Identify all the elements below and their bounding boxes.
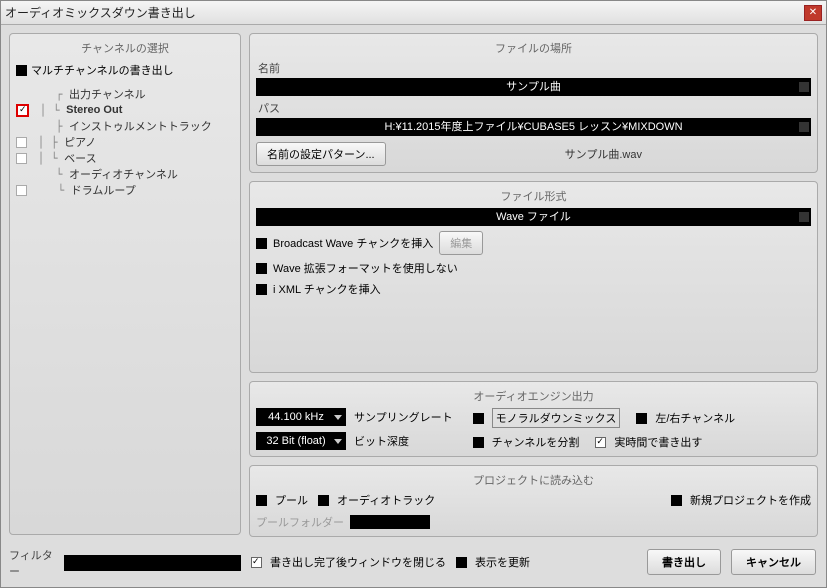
tree-audio-channel[interactable]: オーディオチャンネル bbox=[69, 166, 178, 182]
bottom-bar: 書き出し完了後ウィンドウを閉じる 表示を更新 書き出し キャンセル bbox=[249, 545, 818, 579]
close-button[interactable]: ✕ bbox=[804, 5, 822, 21]
import-project-title: プロジェクトに読み込む bbox=[256, 472, 811, 488]
broadcast-wave-label: Broadcast Wave チャンクを挿入 bbox=[273, 235, 433, 251]
lr-channel-label: 左/右チャンネル bbox=[655, 410, 735, 426]
file-format-title: ファイル形式 bbox=[256, 188, 811, 204]
update-display-label: 表示を更新 bbox=[475, 554, 530, 570]
wave-ext-label: Wave 拡張フォーマットを使用しない bbox=[273, 260, 458, 276]
path-value: H:¥11.2015年度上ファイル¥CUBASE5 レッスン¥MIXDOWN bbox=[384, 121, 682, 133]
bit-depth-dropdown[interactable]: 32 Bit (float) bbox=[256, 432, 346, 450]
name-value: サンプル曲 bbox=[506, 81, 561, 93]
titlebar: オーディオミックスダウン書き出し ✕ bbox=[1, 1, 826, 25]
new-project-label: 新規プロジェクトを作成 bbox=[690, 492, 811, 508]
name-label: 名前 bbox=[258, 60, 811, 76]
pool-label: プール bbox=[275, 492, 308, 508]
audio-track-label: オーディオトラック bbox=[337, 492, 435, 508]
multi-export-label: マルチチャンネルの書き出し bbox=[31, 62, 174, 78]
tree-stereo-out[interactable]: Stereo Out bbox=[66, 104, 122, 116]
mono-downmix-label: モノラルダウンミックス bbox=[492, 408, 621, 428]
path-dropdown-icon[interactable] bbox=[799, 122, 809, 132]
tree-output-channel[interactable]: 出力チャンネル bbox=[69, 86, 146, 102]
multi-export-checkbox[interactable] bbox=[16, 65, 27, 76]
sample-rate-dropdown[interactable]: 44.100 kHz bbox=[256, 408, 346, 426]
new-project-checkbox[interactable] bbox=[671, 495, 682, 506]
sample-rate-label: サンプリングレート bbox=[354, 409, 453, 425]
bass-checkbox[interactable] bbox=[16, 153, 27, 164]
file-type-value: Wave ファイル bbox=[496, 211, 571, 223]
realtime-label: 実時間で書き出す bbox=[614, 434, 702, 450]
broadcast-wave-checkbox[interactable] bbox=[256, 238, 267, 249]
close-after-checkbox[interactable] bbox=[251, 557, 262, 568]
wave-ext-checkbox[interactable] bbox=[256, 263, 267, 274]
stereo-out-checkbox[interactable] bbox=[16, 104, 29, 117]
audio-engine-title: オーディオエンジン出力 bbox=[256, 388, 811, 404]
split-channel-checkbox[interactable] bbox=[473, 437, 484, 448]
tree-instrument-track[interactable]: インストゥルメントトラック bbox=[69, 118, 212, 134]
file-location-panel: ファイルの場所 名前 サンプル曲 パス H:¥11.2015年度上ファイル¥CU… bbox=[249, 33, 818, 173]
output-filename: サンプル曲.wav bbox=[396, 146, 811, 162]
update-display-checkbox[interactable] bbox=[456, 557, 467, 568]
filter-label: フィルター bbox=[9, 547, 58, 579]
tree-drum-loop[interactable]: ドラムループ bbox=[71, 182, 136, 198]
file-location-title: ファイルの場所 bbox=[256, 40, 811, 56]
name-dropdown-icon[interactable] bbox=[799, 82, 809, 92]
audio-track-checkbox[interactable] bbox=[318, 495, 329, 506]
edit-button[interactable]: 編集 bbox=[439, 231, 483, 255]
channel-tree: ┌ 出力チャンネル │ └ Stereo Out ├ インストゥルメントトラック… bbox=[16, 86, 234, 528]
filetype-dropdown-icon[interactable] bbox=[799, 212, 809, 222]
filter-input[interactable] bbox=[64, 555, 241, 571]
window-title: オーディオミックスダウン書き出し bbox=[5, 4, 804, 21]
name-field[interactable]: サンプル曲 bbox=[256, 78, 811, 96]
sample-rate-value: 44.100 kHz bbox=[268, 411, 324, 423]
export-button[interactable]: 書き出し bbox=[647, 549, 721, 575]
tree-piano[interactable]: ピアノ bbox=[64, 134, 96, 150]
file-format-panel: ファイル形式 Wave ファイル Broadcast Wave チャンクを挿入 … bbox=[249, 181, 818, 373]
split-channel-label: チャンネルを分割 bbox=[492, 434, 580, 450]
lr-channel-checkbox[interactable] bbox=[636, 413, 647, 424]
file-type-dropdown[interactable]: Wave ファイル bbox=[256, 208, 811, 226]
ixml-label: i XML チャンクを挿入 bbox=[273, 281, 381, 297]
import-project-panel: プロジェクトに読み込む プール オーディオトラック 新規プロジェクトを作成 プー… bbox=[249, 465, 818, 537]
close-after-label: 書き出し完了後ウィンドウを閉じる bbox=[270, 554, 446, 570]
name-pattern-button[interactable]: 名前の設定パターン... bbox=[256, 142, 386, 166]
path-label: パス bbox=[258, 100, 811, 116]
ixml-checkbox[interactable] bbox=[256, 284, 267, 295]
bit-depth-value: 32 Bit (float) bbox=[266, 435, 325, 447]
channel-panel-title: チャンネルの選択 bbox=[16, 40, 234, 56]
channel-select-panel: チャンネルの選択 マルチチャンネルの書き出し ┌ 出力チャンネル │ └ Ste… bbox=[9, 33, 241, 535]
piano-checkbox[interactable] bbox=[16, 137, 27, 148]
cancel-button[interactable]: キャンセル bbox=[731, 549, 816, 575]
tree-bass[interactable]: ベース bbox=[64, 150, 96, 166]
mono-downmix-checkbox[interactable] bbox=[473, 413, 484, 424]
bit-depth-label: ビット深度 bbox=[354, 433, 409, 449]
realtime-checkbox[interactable] bbox=[595, 437, 606, 448]
drumloop-checkbox[interactable] bbox=[16, 185, 27, 196]
pool-folder-label: プールフォルダー bbox=[256, 514, 344, 530]
audio-engine-panel: オーディオエンジン出力 44.100 kHz サンプリングレート 32 Bit … bbox=[249, 381, 818, 457]
pool-folder-field[interactable] bbox=[350, 515, 430, 529]
pool-checkbox[interactable] bbox=[256, 495, 267, 506]
path-field[interactable]: H:¥11.2015年度上ファイル¥CUBASE5 レッスン¥MIXDOWN bbox=[256, 118, 811, 136]
